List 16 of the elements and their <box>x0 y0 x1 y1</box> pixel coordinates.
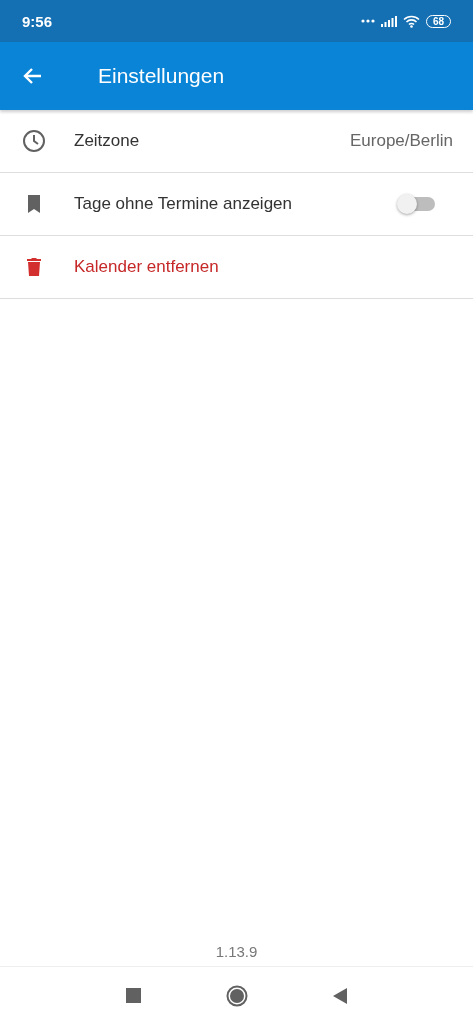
back-icon[interactable] <box>333 987 347 1004</box>
signal-icon <box>380 15 397 27</box>
settings-row[interactable]: Zeitzone Europe/Berlin <box>0 110 473 173</box>
setting-label: Zeitzone <box>74 131 141 151</box>
settings-row[interactable]: Tage ohne Termine anzeigen <box>0 173 473 236</box>
clock-icon <box>22 129 46 153</box>
setting-label: Kalender entfernen <box>74 257 220 277</box>
version-text: 1.13.9 <box>215 943 258 960</box>
status-time: 9:56 <box>22 12 53 30</box>
settings-row[interactable]: Kalender entfernen <box>0 236 473 299</box>
setting-value: Europe/Berlin <box>350 131 453 151</box>
dots-icon <box>360 19 375 23</box>
home-icon[interactable] <box>226 984 248 1007</box>
wifi-icon <box>402 14 420 28</box>
setting-label: Tage ohne Termine anzeigen <box>74 194 293 214</box>
screen-title: Einstellungen <box>98 64 225 88</box>
